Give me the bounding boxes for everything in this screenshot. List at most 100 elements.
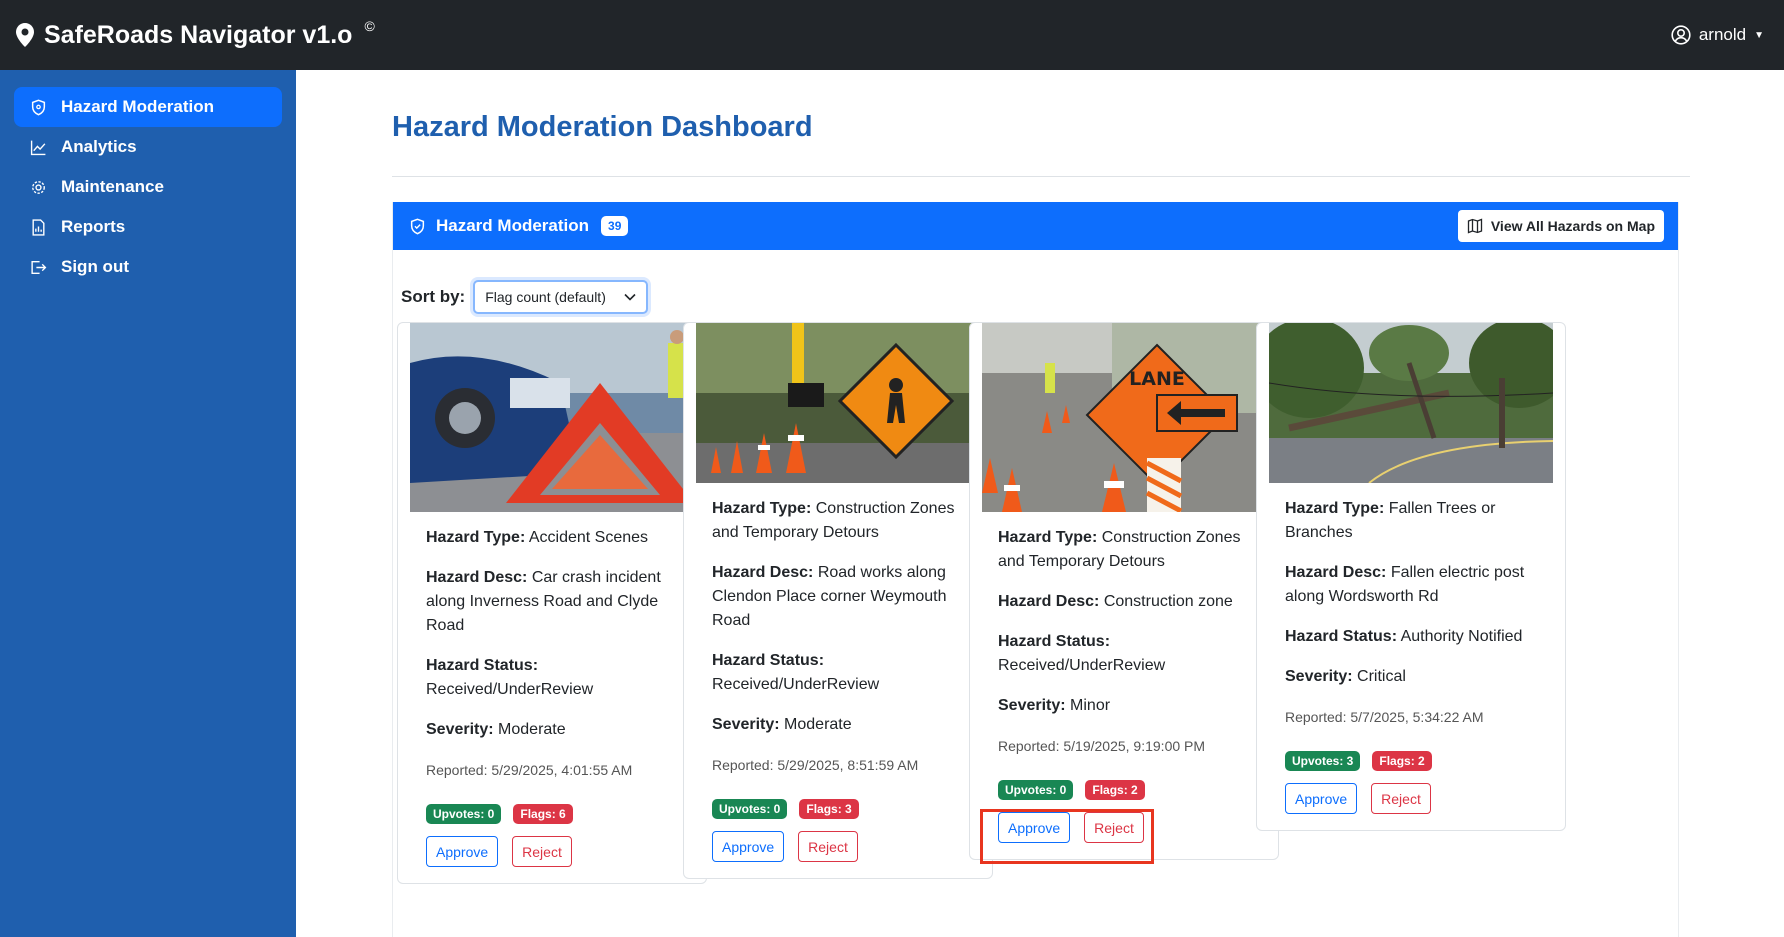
gear-icon [32, 180, 45, 194]
sort-label: Sort by: [401, 287, 466, 306]
hazard-status: Hazard Status: Received/UnderReview [712, 649, 964, 697]
copyright-mark: © [364, 18, 375, 34]
sidebar-item-label: Maintenance [61, 177, 164, 196]
main-content: Hazard Moderation Dashboard Hazard Moder… [392, 70, 1690, 937]
shield-icon [410, 217, 425, 235]
severity-label: Severity: [712, 716, 780, 733]
severity-label: Severity: [426, 721, 494, 738]
severity-value: Minor [1070, 697, 1111, 714]
hazard-status: Hazard Status: Received/UnderReview [998, 630, 1250, 678]
sign-out-icon [31, 260, 47, 274]
upvotes-badge: Upvotes: 3 [1285, 751, 1361, 771]
hazard-card: Hazard Type: Accident Scenes Hazard Desc… [397, 322, 707, 884]
card-badges: Upvotes: 0 Flags: 3 [712, 799, 964, 819]
card-body: Hazard Type: Construction Zones and Temp… [696, 483, 980, 878]
hazard-desc-label: Hazard Desc: [998, 593, 1100, 610]
hazard-type-label: Hazard Type: [426, 529, 526, 546]
hazard-status-label: Hazard Status: [712, 652, 825, 669]
approve-button[interactable]: Approve [1285, 783, 1358, 814]
flags-badge: Flags: 6 [513, 804, 573, 824]
hazard-desc: Hazard Desc: Car crash incident along In… [426, 566, 678, 638]
view-all-hazards-on-map-button[interactable]: View All Hazards on Map [1457, 210, 1664, 242]
severity-label: Severity: [1285, 668, 1353, 685]
hazard-status-value: Received/UnderReview [712, 676, 880, 693]
divider [392, 176, 1690, 177]
map-button-label: View All Hazards on Map [1490, 218, 1655, 234]
hazard-desc: Hazard Desc: Fallen electric post along … [1285, 561, 1537, 609]
hazard-moderation-panel: Hazard Moderation 39 View All Hazards on… [392, 202, 1679, 937]
approve-button[interactable]: Approve [712, 831, 785, 862]
reported-timestamp: Reported: 5/29/2025, 4:01:55 AM [426, 762, 633, 778]
hazard-type-label: Hazard Type: [998, 529, 1098, 546]
hazard-status: Hazard Status: Authority Notified [1285, 625, 1537, 649]
hazard-desc: Hazard Desc: Road works along Clendon Pl… [712, 561, 964, 633]
hazard-status-value: Authority Notified [1400, 628, 1523, 645]
map-icon [1467, 218, 1482, 234]
hazard-severity: Severity: Moderate [712, 713, 964, 737]
user-menu[interactable]: arnold ▼ [1671, 0, 1764, 70]
action-highlight-box [980, 809, 1154, 864]
hazard-cards: Hazard Type: Accident Scenes Hazard Desc… [393, 322, 1678, 922]
sidebar-item-analytics[interactable]: Analytics [14, 127, 282, 167]
sidebar-item-label: Analytics [61, 137, 137, 156]
panel-header: Hazard Moderation 39 View All Hazards on… [393, 202, 1678, 250]
sidebar-item-sign-out[interactable]: Sign out [14, 247, 282, 287]
hazard-count-badge: 39 [601, 216, 629, 236]
severity-value: Moderate [784, 716, 852, 733]
hazard-status-label: Hazard Status: [998, 633, 1111, 650]
reported-timestamp: Reported: 5/29/2025, 8:51:59 AM [712, 757, 919, 773]
hazard-type: Hazard Type: Construction Zones and Temp… [712, 497, 964, 545]
hazard-type: Hazard Type: Accident Scenes [426, 526, 678, 550]
severity-value: Moderate [498, 721, 566, 738]
card-actions: Approve Reject [1285, 783, 1537, 830]
card-body: Hazard Type: Construction Zones and Temp… [982, 512, 1266, 859]
reject-button[interactable]: Reject [1371, 783, 1431, 814]
card-body: Hazard Type: Fallen Trees or Branches Ha… [1269, 483, 1553, 830]
sort-selected-value: Flag count (default) [485, 289, 606, 305]
hazard-image-fallen-post [1269, 323, 1553, 483]
severity-value: Critical [1357, 668, 1406, 685]
hazard-desc-value: Construction zone [1103, 593, 1233, 610]
sort-row: Sort by: Flag count (default) [393, 250, 1678, 322]
hazard-image-road-work [696, 323, 980, 483]
chart-line-icon [30, 140, 46, 155]
sidebar-item-reports[interactable]: Reports [14, 207, 282, 247]
reject-button[interactable]: Reject [798, 831, 858, 862]
hazard-image-accident [410, 323, 694, 512]
severity-label: Severity: [998, 697, 1066, 714]
hazard-desc-label: Hazard Desc: [712, 564, 814, 581]
sidebar-item-hazard-moderation[interactable]: Hazard Moderation [14, 87, 282, 127]
card-actions: Approve Reject [712, 831, 964, 878]
sidebar-item-label: Sign out [61, 257, 129, 276]
card-badges: Upvotes: 0 Flags: 6 [426, 804, 678, 824]
shield-icon [31, 98, 46, 116]
reported-timestamp: Reported: 5/7/2025, 5:34:22 AM [1285, 709, 1484, 725]
sort-select[interactable]: Flag count (default) [473, 280, 649, 314]
flags-badge: Flags: 3 [799, 799, 859, 819]
sidebar-item-label: Reports [61, 217, 126, 236]
hazard-status-value: Received/UnderReview [998, 657, 1166, 674]
reject-button[interactable]: Reject [512, 836, 572, 867]
card-badges: Upvotes: 0 Flags: 2 [998, 780, 1250, 800]
app-brand[interactable]: SafeRoads Navigator v1.o © [16, 18, 375, 50]
svg-text:LANE: LANE [1129, 368, 1185, 390]
upvotes-badge: Upvotes: 0 [712, 799, 788, 819]
hazard-status-label: Hazard Status: [426, 657, 539, 674]
hazard-card: Hazard Type: Fallen Trees or Branches Ha… [1256, 322, 1566, 831]
card-body: Hazard Type: Accident Scenes Hazard Desc… [410, 512, 694, 883]
flags-badge: Flags: 2 [1372, 751, 1432, 771]
hazard-type-label: Hazard Type: [712, 500, 812, 517]
reported-timestamp: Reported: 5/19/2025, 9:19:00 PM [998, 738, 1206, 754]
report-icon [32, 218, 45, 236]
hazard-desc-label: Hazard Desc: [426, 569, 528, 586]
upvotes-badge: Upvotes: 0 [426, 804, 502, 824]
top-navbar: SafeRoads Navigator v1.o © arnold ▼ [0, 0, 1784, 70]
panel-title: Hazard Moderation [436, 216, 590, 235]
sidebar-item-maintenance[interactable]: Maintenance [14, 167, 282, 207]
approve-button[interactable]: Approve [426, 836, 499, 867]
hazard-type-value: Accident Scenes [528, 529, 649, 546]
hazard-image-lane-closed: LANE [982, 323, 1266, 512]
page-title: Hazard Moderation Dashboard [392, 111, 813, 143]
hazard-desc-label: Hazard Desc: [1285, 564, 1387, 581]
card-badges: Upvotes: 3 Flags: 2 [1285, 751, 1537, 771]
